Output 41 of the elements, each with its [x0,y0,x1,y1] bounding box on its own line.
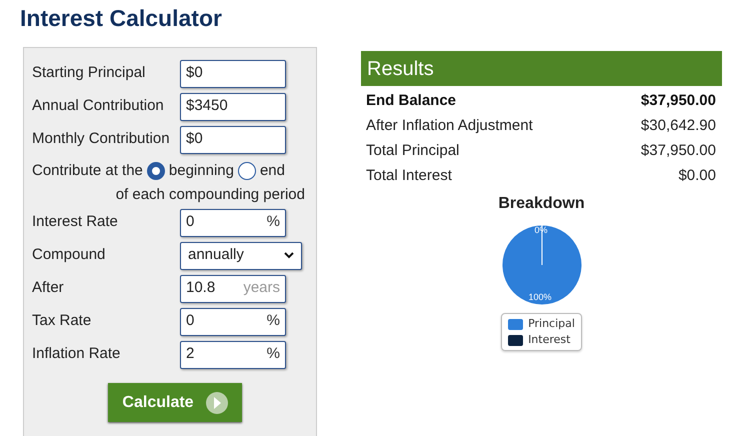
field-label: After [32,278,65,298]
field-label: Annual Contribution [32,96,165,116]
result-label: Total Interest [366,166,452,186]
radio-note: of each compounding period [116,186,306,204]
field-label: Starting Principal [32,63,146,84]
legend-swatch-icon [508,318,524,330]
radio-button[interactable] [146,162,165,180]
legend-label: Interest [528,333,570,347]
legend-swatch-icon [508,334,524,346]
chart-title: Breakdown [498,194,585,214]
input-field[interactable]: $0 [180,126,286,154]
input-field[interactable]: $0 [180,60,286,88]
result-value: $30,642.90 [640,116,716,136]
compound-select[interactable]: annually [180,242,302,270]
results-header: Results [361,51,722,86]
chevron-down-icon [284,252,294,259]
calculate-button[interactable]: Calculate [108,383,242,422]
page-title: Interest Calculator [20,4,222,32]
input-field[interactable]: $3450 [180,92,286,120]
slice-label: 100% [528,292,552,302]
field-label: Tax Rate [32,311,92,332]
legend-label: Principal [528,317,575,331]
result-label: Total Principal [366,141,460,162]
field-label: Inflation Rate [32,344,122,364]
result-value: $37,950.00 [640,91,716,112]
field-label: Compound [32,245,106,266]
field-label: Interest Rate [32,212,119,232]
field-label: Contribute at the [32,160,143,181]
radio-label[interactable]: beginning [168,160,234,182]
radio-button[interactable] [238,162,256,180]
input-field[interactable]: 0 % [180,308,286,336]
result-value: $0.00 [678,166,716,186]
field-label: Monthly Contribution [32,129,171,150]
radio-label[interactable]: end [260,160,285,182]
input-field[interactable]: 10.8 years [180,274,286,302]
result-label: After Inflation Adjustment [366,116,533,136]
result-value: $37,950.00 [640,141,716,162]
input-field[interactable]: 0 % [180,208,286,236]
play-icon [206,392,228,414]
result-label: End Balance [366,91,456,112]
input-field[interactable]: 2 % [180,340,286,368]
